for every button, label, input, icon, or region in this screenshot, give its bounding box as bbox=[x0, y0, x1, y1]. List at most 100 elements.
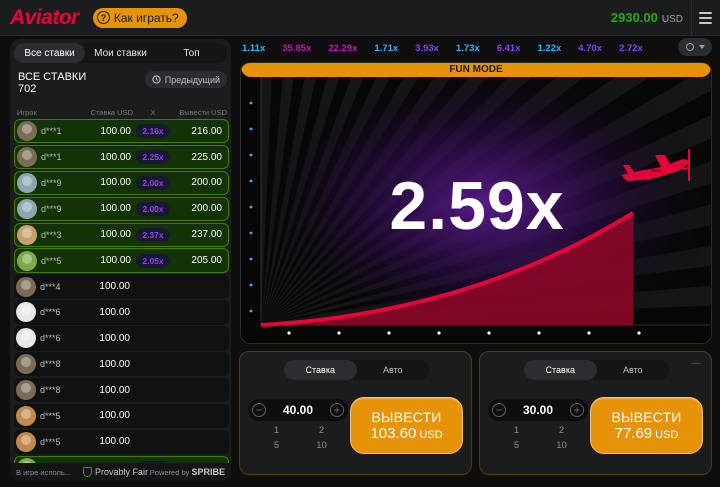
avatar bbox=[16, 354, 36, 375]
current-multiplier: 2.59x bbox=[389, 168, 565, 244]
cashout-amount: 103.60 bbox=[370, 425, 417, 442]
multiplier-badge: 2.25x bbox=[136, 150, 170, 165]
cashout-button[interactable]: ВЫВЕСТИ 77.69 USD bbox=[590, 397, 703, 454]
cashout-amount: 237.00 bbox=[191, 229, 222, 241]
quick-amount-5[interactable]: 5 bbox=[494, 440, 539, 451]
minus-icon[interactable]: − bbox=[252, 403, 266, 417]
multiplier-cell: 2.00x bbox=[131, 201, 175, 216]
col-bet: Ставка USD bbox=[90, 107, 133, 117]
multiplier-cell: 2.25x bbox=[131, 150, 175, 165]
avatar bbox=[17, 224, 37, 245]
history-multiplier[interactable]: 2.72x bbox=[619, 43, 643, 54]
quick-amount-5[interactable]: 5 bbox=[254, 440, 299, 451]
history-multiplier[interactable]: 1.71x bbox=[374, 43, 398, 54]
how-to-play-button[interactable]: ? Как играть? bbox=[92, 7, 187, 28]
aviator-logo[interactable]: Aviator bbox=[10, 6, 79, 30]
player-name: d***8 bbox=[40, 385, 61, 396]
history-toggle-button[interactable] bbox=[678, 38, 712, 56]
plus-icon[interactable]: + bbox=[330, 403, 344, 417]
cashout-button[interactable]: ВЫВЕСТИ 103.60 USD bbox=[350, 397, 463, 454]
bet-row: d***1 100.00 2.25x 225.00 bbox=[14, 144, 229, 170]
history-multiplier[interactable]: 1.11x bbox=[242, 43, 265, 54]
remove-panel-icon[interactable] bbox=[691, 363, 701, 364]
quick-amount-1[interactable]: 1 bbox=[494, 425, 539, 436]
bet-amount: 100.00 bbox=[100, 125, 131, 137]
plus-icon[interactable]: + bbox=[570, 403, 584, 417]
multiplier-cell: 2.00x bbox=[131, 175, 175, 190]
history-multiplier[interactable]: 3.93x bbox=[415, 43, 439, 54]
x-axis-dot bbox=[587, 331, 591, 335]
cashout-label: ВЫВЕСТИ bbox=[611, 409, 682, 425]
bet-row: d***5 100.00 2.05x 205.00 bbox=[14, 248, 229, 273]
cashout-currency: USD bbox=[655, 429, 679, 441]
bet-row: d***1 100.00 2.16x 216.00 bbox=[14, 119, 229, 144]
bet-mode-tabs: Ставка Авто bbox=[284, 360, 429, 380]
chevron-down-icon bbox=[698, 45, 705, 49]
clock-icon bbox=[685, 43, 694, 51]
tab-bet[interactable]: Ставка bbox=[524, 360, 597, 380]
multiplier-badge: 2.05x bbox=[136, 253, 170, 268]
bet-row: d***6 100.00 bbox=[14, 300, 229, 325]
history-multiplier[interactable]: 1.22x bbox=[538, 43, 562, 54]
player-name: d***9 bbox=[41, 177, 62, 188]
history-multiplier[interactable]: 4.70x bbox=[578, 43, 602, 54]
tab-auto[interactable]: Авто bbox=[357, 360, 430, 380]
avatar bbox=[17, 147, 37, 168]
stake-value[interactable]: 40.00 bbox=[283, 403, 313, 417]
question-icon: ? bbox=[96, 11, 110, 24]
tab-my-bets[interactable]: Мои ставки bbox=[85, 43, 156, 63]
tab-auto[interactable]: Авто bbox=[597, 360, 670, 380]
player-name: d***5 bbox=[40, 410, 61, 421]
minus-icon[interactable]: − bbox=[492, 403, 506, 417]
shield-icon bbox=[82, 467, 92, 477]
all-bets-summary: ВСЕ СТАВКИ 702 Предыдущий bbox=[10, 63, 231, 105]
stake-stepper[interactable]: − 30.00 + bbox=[488, 399, 588, 421]
quick-amount-10[interactable]: 10 bbox=[299, 440, 344, 451]
bets-list: d***1 100.00 2.16x 216.00 d***1 100.00 2.25x 22… bbox=[10, 119, 231, 480]
cashout-amount-row: 77.69 USD bbox=[615, 425, 679, 442]
quick-amount-10[interactable]: 10 bbox=[539, 440, 584, 451]
history-multiplier[interactable]: 35.85x bbox=[282, 43, 311, 54]
balance-currency: USD bbox=[661, 14, 683, 25]
hamburger-menu-icon[interactable] bbox=[692, 0, 718, 36]
bet-row: d***4 100.00 bbox=[14, 274, 229, 299]
bet-amount: 100.00 bbox=[99, 384, 130, 396]
stake-value[interactable]: 30.00 bbox=[523, 403, 553, 417]
stake-stepper[interactable]: − 40.00 + bbox=[248, 399, 348, 421]
cashout-amount: 205.00 bbox=[191, 255, 222, 267]
tab-bet[interactable]: Ставка bbox=[284, 360, 357, 380]
panel-footer: В игре исполь... Provably Fair Powered b… bbox=[10, 463, 231, 481]
x-axis-dot bbox=[537, 331, 541, 335]
y-axis-dot bbox=[249, 309, 253, 313]
bet-row: d***3 100.00 2.37x 237.00 bbox=[14, 222, 229, 247]
bets-table-header: Игрок Ставка USD X Вывести USD bbox=[10, 105, 231, 119]
previous-round-label: Предыдущий bbox=[164, 74, 220, 85]
provably-fair-link[interactable]: Provably Fair bbox=[82, 467, 148, 477]
previous-round-button[interactable]: Предыдущий bbox=[144, 71, 227, 88]
tab-all-bets[interactable]: Все ставки bbox=[14, 43, 85, 63]
quick-amount-2[interactable]: 2 bbox=[539, 425, 584, 436]
tab-top[interactable]: Топ bbox=[156, 43, 227, 63]
player-name: d***1 bbox=[41, 126, 62, 137]
bet-amount: 100.00 bbox=[99, 332, 130, 344]
history-multiplier[interactable]: 6.41x bbox=[497, 43, 521, 54]
quick-amount-1[interactable]: 1 bbox=[254, 425, 299, 436]
multiplier-cell: 2.37x bbox=[131, 227, 175, 242]
avatar bbox=[16, 302, 36, 323]
spribe-logo: SPRIBE bbox=[191, 467, 225, 477]
avatar bbox=[16, 431, 36, 452]
bet-row: d***6 100.00 bbox=[14, 326, 229, 351]
quick-amount-2[interactable]: 2 bbox=[299, 425, 344, 436]
x-axis-dot bbox=[337, 331, 341, 335]
history-multiplier[interactable]: 22.29x bbox=[328, 43, 357, 54]
bet-amount: 100.00 bbox=[99, 306, 130, 318]
avatar bbox=[17, 121, 37, 142]
top-bar: Aviator ? Как играть? 2930.00 USD bbox=[0, 0, 720, 36]
bet-amount: 100.00 bbox=[99, 436, 130, 448]
multiplier-badge: 2.00x bbox=[136, 175, 170, 190]
avatar bbox=[17, 198, 37, 219]
history-multiplier[interactable]: 1.73x bbox=[456, 43, 480, 54]
multiplier-cell: 2.16x bbox=[131, 124, 175, 139]
bet-amount: 100.00 bbox=[100, 229, 131, 241]
player-name: d***4 bbox=[40, 281, 61, 292]
